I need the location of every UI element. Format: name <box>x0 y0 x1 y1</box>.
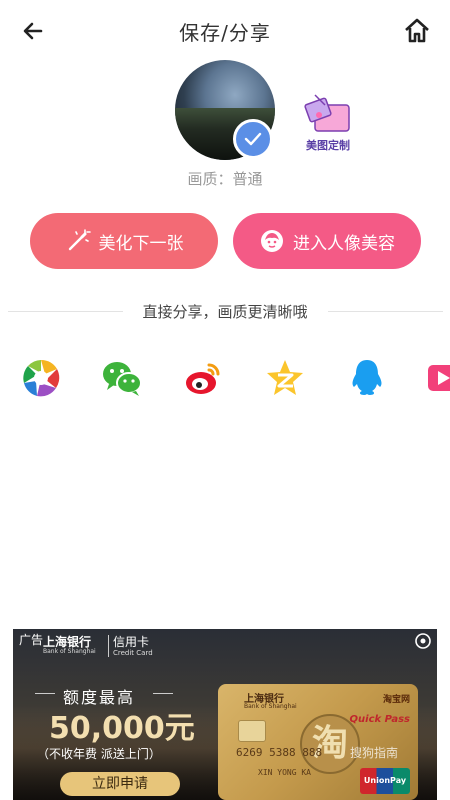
share-weibo-button[interactable] <box>182 357 224 399</box>
share-moments-button[interactable] <box>20 357 62 399</box>
credit-card-image: 上海银行 Bank of Shanghai 淘宝网 Quick Pass 淘 6… <box>218 684 418 800</box>
portrait-beauty-button[interactable]: 进入人像美容 <box>233 213 421 269</box>
card-number: 6269 5388 888 <box>236 746 323 759</box>
weibo-icon <box>186 363 220 394</box>
quality-label: 画质：普通 <box>187 170 263 188</box>
ad-description: （不收年费 派送上门） <box>37 747 161 761</box>
beautify-next-label: 美化下一张 <box>98 233 184 254</box>
page-title: 保存/分享 <box>179 21 271 45</box>
divider-line-right <box>328 311 443 312</box>
ad-quota-line-right <box>153 693 173 694</box>
qq-penguin-icon <box>352 360 382 395</box>
card-chip <box>238 720 266 742</box>
share-targets <box>0 357 450 401</box>
ad-apply-button[interactable]: 立即申请 <box>60 772 180 796</box>
beautify-next-button[interactable]: 美化下一张 <box>30 213 218 269</box>
portrait-beauty-label: 进入人像美容 <box>293 233 395 254</box>
share-video-button[interactable] <box>426 357 450 399</box>
camera-aperture-icon <box>23 359 60 397</box>
magic-wand-icon <box>68 229 91 251</box>
ad-banner[interactable]: 广告 上海银行 Bank of Shanghai 信用卡 Credit Card… <box>13 629 437 800</box>
ad-close-button[interactable] <box>413 631 433 651</box>
saved-badge <box>233 119 273 159</box>
unionpay-logo: UnionPay 银联 <box>360 768 410 794</box>
ad-amount: 50,000元 <box>49 711 195 746</box>
gift-ticket-icon <box>304 94 350 132</box>
share-wechat-button[interactable] <box>101 357 143 399</box>
home-icon <box>405 18 429 43</box>
checkmark-icon <box>244 132 262 146</box>
share-divider: 直接分享，画质更清晰哦 <box>0 300 450 322</box>
share-qzone-button[interactable] <box>264 357 306 399</box>
meitu-custom-label: 美图定制 <box>306 139 350 152</box>
card-holder: XIN YONG KA <box>258 768 311 777</box>
video-play-icon <box>428 365 450 391</box>
home-button[interactable] <box>402 15 432 45</box>
ad-divider <box>108 635 109 657</box>
card-partner: 淘宝网 <box>382 695 410 705</box>
card-bank-name-en: Bank of Shanghai <box>244 703 297 710</box>
ad-close-icon <box>415 633 431 649</box>
meitu-custom-button[interactable]: 美图定制 <box>298 91 358 153</box>
wechat-icon <box>103 362 142 396</box>
qzone-star-icon <box>267 360 303 395</box>
watermark: 搜狗指南 <box>350 746 399 760</box>
ad-quota-line-left <box>35 693 55 694</box>
ad-tag: 广告 <box>19 633 44 647</box>
ad-bank-name-en: Bank of Shanghai <box>43 648 96 655</box>
ad-card-title-en: Credit Card <box>113 649 153 657</box>
card-quickpass: Quick Pass <box>349 714 410 725</box>
ad-card-title: 信用卡 <box>113 635 150 649</box>
top-bar: 保存/分享 <box>0 0 450 62</box>
face-icon <box>261 230 283 252</box>
share-qq-button[interactable] <box>346 357 388 399</box>
